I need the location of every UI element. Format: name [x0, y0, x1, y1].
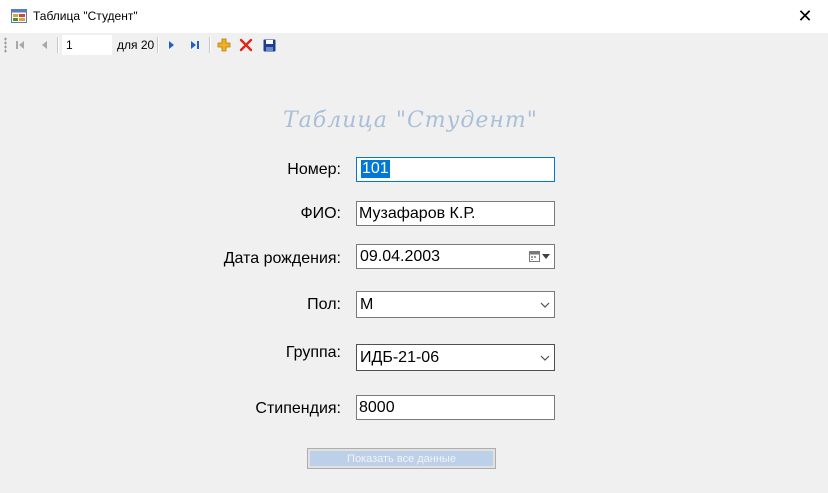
number-label: Номер:	[287, 161, 341, 178]
group-select[interactable]: ИДБ-21-06	[356, 344, 555, 371]
save-icon	[263, 39, 275, 51]
add-icon	[217, 38, 231, 52]
app-form-icon	[11, 9, 27, 23]
position-input[interactable]	[62, 35, 112, 55]
chevron-down-icon	[540, 302, 550, 308]
birth-date-value: 09.04.2003	[360, 247, 441, 265]
stipend-label: Стипендия:	[255, 400, 341, 417]
toolbar-separator	[157, 37, 159, 53]
gender-dropdown-button[interactable]	[536, 299, 554, 311]
show-all-data-label: Показать все данные	[310, 451, 493, 466]
binding-navigator: для 20	[0, 33, 828, 57]
calendar-dropdown-button[interactable]	[524, 251, 554, 262]
move-first-button[interactable]	[11, 36, 29, 54]
number-field[interactable]: 101	[356, 157, 555, 182]
stipend-field[interactable]	[356, 395, 555, 420]
show-all-data-button[interactable]: Показать все данные	[307, 448, 496, 469]
group-dropdown-button[interactable]	[536, 352, 554, 364]
close-button[interactable]: ✕	[782, 0, 828, 33]
gender-select[interactable]: М	[356, 291, 555, 318]
toolbar-separator	[57, 37, 59, 53]
birth-date-label: Дата рождения:	[223, 250, 341, 267]
fio-label: ФИО:	[300, 205, 341, 222]
count-label: для 20	[117, 38, 155, 52]
calendar-icon	[528, 251, 540, 262]
move-previous-button[interactable]	[35, 36, 53, 54]
move-last-icon	[191, 41, 199, 49]
number-value: 101	[361, 160, 390, 178]
birth-date-picker[interactable]: 09.04.2003	[356, 244, 555, 269]
window-title: Таблица "Студент"	[33, 9, 138, 23]
move-next-button[interactable]	[163, 36, 181, 54]
toolbar-grip[interactable]	[4, 37, 7, 53]
move-previous-icon	[42, 41, 47, 49]
move-last-button[interactable]	[186, 36, 204, 54]
move-next-icon	[169, 41, 174, 49]
delete-icon	[239, 38, 253, 52]
toolbar-separator	[209, 37, 211, 53]
close-icon: ✕	[797, 6, 813, 26]
delete-button[interactable]	[237, 36, 255, 54]
fio-field[interactable]	[356, 201, 555, 226]
add-new-button[interactable]	[215, 36, 233, 54]
save-button[interactable]	[260, 36, 278, 54]
title-bar: Таблица "Студент" ✕	[0, 0, 828, 33]
form-heading: Таблица "Студент"	[283, 108, 538, 133]
move-first-icon	[16, 41, 24, 49]
group-value: ИДБ-21-06	[360, 348, 440, 366]
chevron-down-icon	[540, 355, 550, 361]
gender-label: Пол:	[307, 296, 341, 313]
group-label: Группа:	[285, 344, 341, 361]
chevron-down-icon	[541, 254, 550, 259]
gender-value: М	[360, 295, 374, 313]
